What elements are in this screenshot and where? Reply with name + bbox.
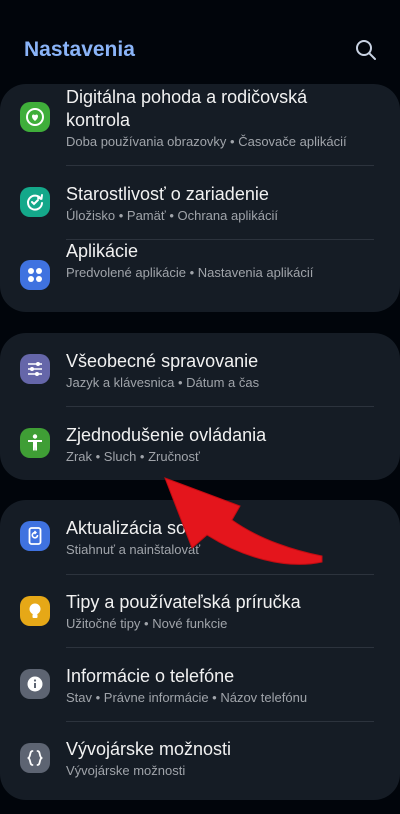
item-subtitle: Vývojárske možnosti [66,763,186,778]
item-title: Všeobecné spravovanie [66,351,259,371]
settings-item-digital-wellbeing[interactable]: Digitálna pohoda a rodičovská kontrola D… [0,84,400,165]
settings-item-accessibility[interactable]: Zjednodušenie ovládania Zrak • Sluch • Z… [0,407,400,480]
settings-item-software-update[interactable]: Aktualizácia softvéru Stiahnuť a nainšta… [0,500,400,574]
software-update-icon [20,521,50,551]
digital-wellbeing-icon [20,102,50,132]
app-header: Nastavenia [0,0,400,84]
tips-icon [20,596,50,626]
settings-item-device-care[interactable]: Starostlivosť o zariadenie Úložisko • Pa… [0,166,400,239]
item-subtitle: Doba používania obrazovky • Časovače apl… [66,134,347,149]
item-subtitle: Jazyk a klávesnica • Dátum a čas [66,375,260,390]
info-icon [20,669,50,699]
item-title: Aktualizácia softvéru [66,518,232,538]
item-subtitle: Predvolené aplikácie • Nastavenia apliká… [66,265,314,280]
item-subtitle: Stav • Právne informácie • Názov telefón… [66,690,308,705]
item-title: Vývojárske možnosti [66,739,232,759]
item-title: Aplikácie [66,241,139,261]
settings-group-2: Všeobecné spravovanie Jazyk a klávesnica… [0,333,400,480]
device-care-icon [20,187,50,217]
accessibility-icon [20,428,50,458]
settings-item-tips[interactable]: Tipy a používateľská príručka Užitočné t… [0,575,400,647]
settings-item-developer-options[interactable]: Vývojárske možnosti Vývojárske možnosti [0,722,400,800]
settings-group-3: Aktualizácia softvéru Stiahnuť a nainšta… [0,500,400,800]
item-title: Digitálna pohoda a rodičovská kontrola [66,87,308,130]
apps-icon [20,260,50,290]
general-management-icon [20,354,50,384]
item-title: Tipy a používateľská príručka [66,592,301,612]
item-title: Starostlivosť o zariadenie [66,184,269,204]
settings-item-apps[interactable]: Aplikácie Predvolené aplikácie • Nastave… [0,240,400,312]
item-title: Zjednodušenie ovládania [66,425,267,445]
settings-item-phone-info[interactable]: Informácie o telefóne Stav • Právne info… [0,648,400,721]
item-subtitle: Stiahnuť a nainštalovať [66,542,201,557]
item-subtitle: Užitočné tipy • Nové funkcie [66,616,228,631]
developer-options-icon [20,743,50,773]
page-title: Nastavenia [24,38,135,61]
settings-group-1: Digitálna pohoda a rodičovská kontrola D… [0,84,400,312]
settings-item-general-management[interactable]: Všeobecné spravovanie Jazyk a klávesnica… [0,333,400,406]
search-icon[interactable] [354,38,378,62]
item-title: Informácie o telefóne [66,666,235,686]
item-subtitle: Úložisko • Pamäť • Ochrana aplikácií [66,208,278,223]
item-subtitle: Zrak • Sluch • Zručnosť [66,449,200,464]
